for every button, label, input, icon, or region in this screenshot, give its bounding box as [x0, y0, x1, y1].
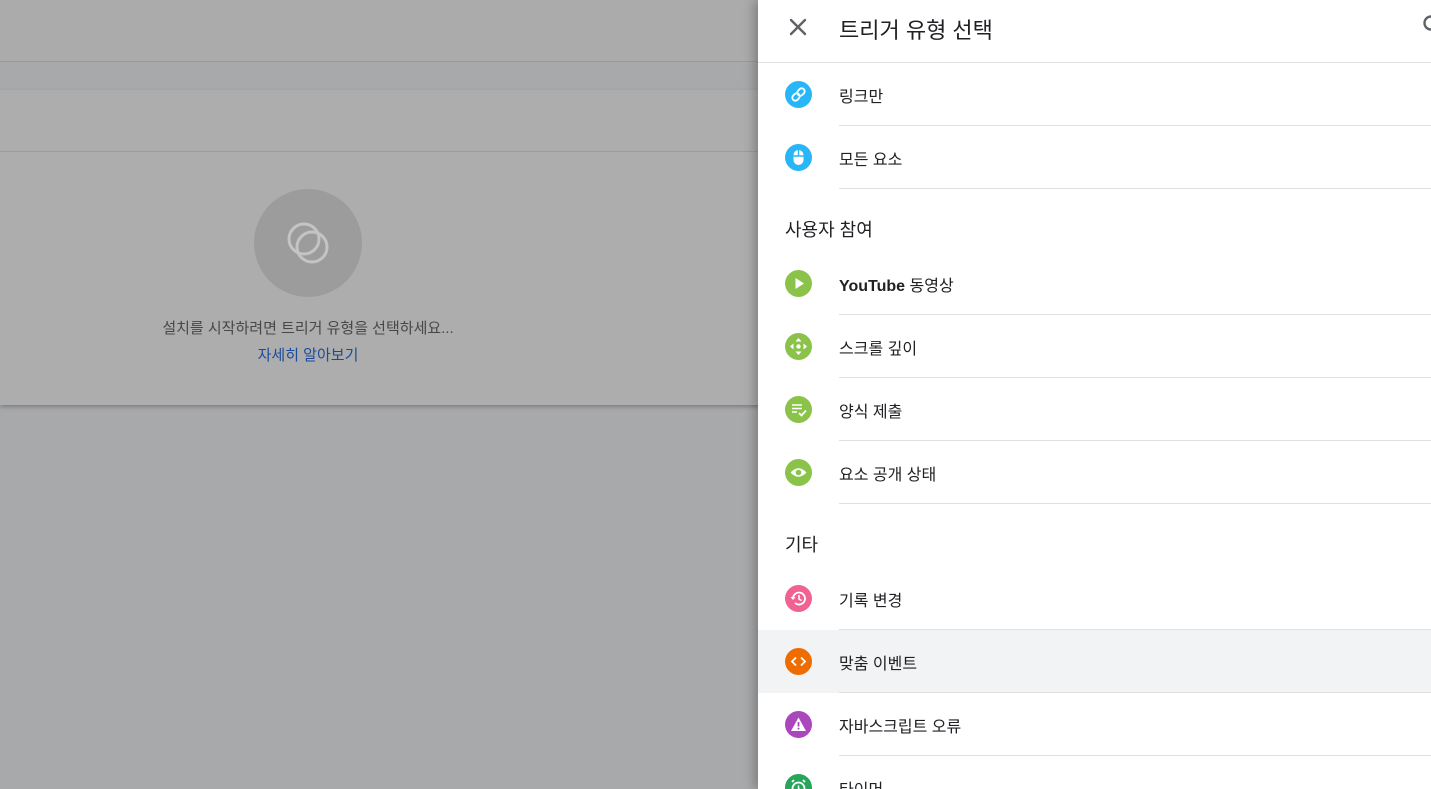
trigger-item-label: 자바스크립트 오류	[839, 719, 962, 736]
warning-icon	[785, 711, 812, 738]
trigger-item-javascript-error[interactable]: 자바스크립트 오류	[758, 693, 1431, 756]
background-top-bar	[0, 0, 760, 62]
trigger-item-label: YouTube 동영상	[839, 272, 954, 296]
code-icon	[785, 648, 812, 675]
trigger-config-card: 설치를 시작하려면 트리거 유형을 선택하세요... 자세히 알아보기	[0, 90, 760, 405]
trigger-item-history-change[interactable]: 기록 변경	[758, 567, 1431, 630]
trigger-item-link-only[interactable]: 링크만	[758, 63, 1431, 126]
trigger-item-label: 맞춤 이벤트	[839, 656, 918, 673]
trigger-item-timer[interactable]: 타이머	[758, 756, 1431, 789]
trigger-item-label: 기록 변경	[839, 593, 903, 610]
empty-state-hint: 설치를 시작하려면 트리거 유형을 선택하세요...	[162, 320, 454, 337]
eye-icon	[785, 459, 812, 486]
youtube-label: YouTube	[839, 278, 906, 295]
trigger-item-element-visibility[interactable]: 요소 공개 상태	[758, 441, 1431, 504]
trigger-item-all-elements[interactable]: 모든 요소	[758, 126, 1431, 189]
timer-icon	[785, 774, 812, 789]
panel-title: 트리거 유형 선택	[839, 18, 993, 43]
scroll-icon	[785, 333, 812, 360]
divider	[839, 503, 1431, 504]
trigger-item-label: 스크롤 깊이	[839, 341, 918, 358]
trigger-type-panel: 트리거 유형 선택 링크만 모든 요소 사용자 참여 YouTube 동영상 스…	[758, 0, 1431, 789]
close-icon	[789, 18, 807, 36]
learn-more-link[interactable]: 자세히 알아보기	[0, 344, 616, 365]
panel-header: 트리거 유형 선택	[758, 0, 1431, 63]
history-icon	[785, 585, 812, 612]
section-other: 기타	[785, 535, 819, 555]
link-icon	[785, 81, 812, 108]
card-header	[0, 90, 760, 152]
form-icon	[785, 396, 812, 423]
trigger-item-label: 요소 공개 상태	[839, 467, 937, 484]
trigger-placeholder-icon[interactable]	[254, 189, 362, 297]
section-user-engagement: 사용자 참여	[785, 220, 873, 240]
trigger-item-label: 모든 요소	[839, 152, 903, 169]
search-icon	[1423, 15, 1431, 31]
video-label: 동영상	[905, 278, 954, 295]
search-button[interactable]	[1422, 14, 1431, 36]
mouse-icon	[785, 144, 812, 171]
trigger-item-scroll-depth[interactable]: 스크롤 깊이	[758, 315, 1431, 378]
trigger-item-form-submission[interactable]: 양식 제출	[758, 378, 1431, 441]
trigger-item-youtube-video[interactable]: YouTube 동영상	[758, 252, 1431, 315]
divider	[839, 188, 1431, 189]
trigger-item-label: 양식 제출	[839, 404, 903, 421]
play-icon	[785, 270, 812, 297]
trigger-item-label: 링크만	[839, 89, 884, 106]
close-button[interactable]	[784, 13, 812, 41]
trigger-item-custom-event[interactable]: 맞춤 이벤트	[758, 630, 1431, 693]
trigger-item-label: 타이머	[839, 776, 883, 789]
